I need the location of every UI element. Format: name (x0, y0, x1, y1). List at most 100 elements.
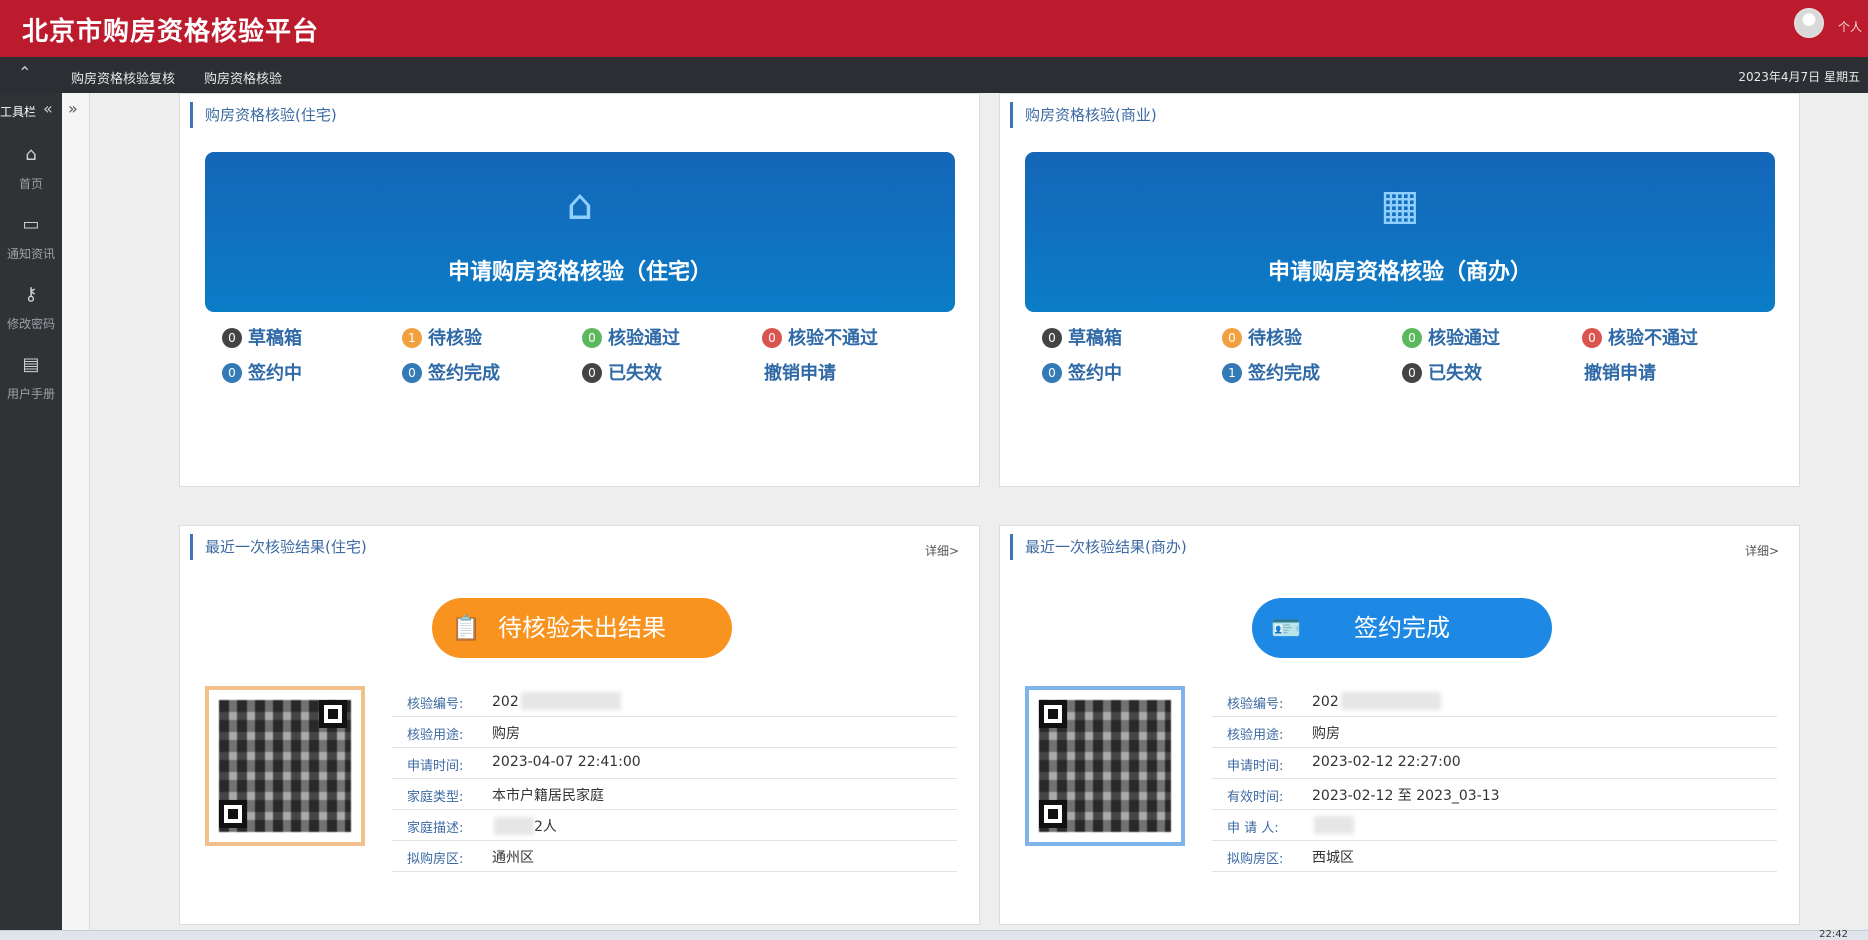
nav-bar: ⌃ 购房资格核验复核 购房资格核验 2023年4月7日 星期五 (0, 57, 1868, 93)
os-taskbar: 22:42 (0, 929, 1868, 940)
nav-item-review[interactable]: 购房资格核验复核 (71, 68, 175, 87)
apply-residential-button[interactable]: ⌂ 申请购房资格核验（住宅） (205, 152, 955, 312)
stat-failed[interactable]: 0 核验不通过 (1582, 324, 1698, 350)
info-value: 购房 (492, 726, 520, 742)
apply-button-label: 申请购房资格核验（商办） (1267, 260, 1532, 285)
current-date: 2023年4月7日 星期五 (1738, 70, 1860, 84)
info-key: 有效时间: (1227, 790, 1284, 805)
stat-pending[interactable]: 1 待核验 (402, 324, 482, 350)
stat-signing[interactable]: 0 签约中 (222, 359, 302, 385)
apply-button-label: 申请购房资格核验（住宅） (447, 260, 712, 285)
status-signed-pill: 🪪 签约完成 (1252, 598, 1552, 658)
detail-link[interactable]: 详细> (1745, 542, 1779, 559)
count-badge: 0 (762, 328, 782, 348)
stat-signing[interactable]: 0 签约中 (1042, 359, 1122, 385)
stat-pending[interactable]: 0 待核验 (1222, 324, 1302, 350)
info-row: 核验编号: 202 (392, 686, 957, 717)
status-label: 待核验未出结果 (498, 614, 666, 642)
info-key: 申 请 人: (1227, 821, 1279, 836)
double-chevron-right-icon[interactable]: » (68, 99, 78, 118)
stat-label: 核验不通过 (1608, 328, 1698, 349)
sidebar-item-label: 用户手册 (6, 387, 55, 401)
stat-label: 签约中 (1068, 363, 1122, 384)
info-key: 核验用途: (407, 728, 464, 743)
book-icon: ▤ (22, 354, 40, 375)
office-building-icon: ▦ (1380, 180, 1420, 229)
stat-label: 核验通过 (608, 328, 680, 349)
status-label: 签约完成 (1354, 614, 1450, 642)
info-row: 核验用途: 购房 (392, 717, 957, 748)
detail-link[interactable]: 详细> (925, 542, 959, 559)
stat-signed[interactable]: 0 签约完成 (402, 359, 500, 385)
sidebar-item-home[interactable]: ⌂ 首页 (0, 145, 62, 192)
info-value: 2023-02-12 22:27:00 (1312, 754, 1461, 770)
qr-code-image (205, 686, 365, 846)
latest-residential-panel: 最近一次核验结果(住宅) 详细> 📋 待核验未出结果 核验编号: 202 核验用途… (179, 525, 980, 925)
qr-finder (1039, 700, 1067, 728)
info-row: 申请时间: 2023-04-07 22:41:00 (392, 748, 957, 779)
user-avatar-icon[interactable] (1794, 8, 1824, 38)
stat-passed[interactable]: 0 核验通过 (1402, 324, 1500, 350)
info-value: 202 (1312, 692, 1441, 710)
chevron-up-icon[interactable]: ⌃ (18, 63, 31, 82)
stat-passed[interactable]: 0 核验通过 (582, 324, 680, 350)
qr-finder (1039, 800, 1067, 828)
clipboard-pending-icon: 📋 (451, 614, 481, 642)
info-row: 核验用途: 购房 (1212, 717, 1777, 748)
result-info-table: 核验编号: 202 核验用途: 购房 申请时间: 2023-02-12 22:27:0… (1212, 686, 1777, 872)
contract-card-icon: 🪪 (1271, 614, 1301, 642)
count-badge: 0 (582, 363, 602, 383)
user-menu-label[interactable]: 个人 (1838, 18, 1862, 35)
info-row: 申 请 人: (1212, 810, 1777, 841)
info-value: 2人 (492, 816, 557, 836)
stat-expired[interactable]: 0 已失效 (582, 359, 662, 385)
info-value: 2023-02-12 至 2023_03-13 (1312, 788, 1500, 804)
home-icon: ⌂ (25, 144, 37, 165)
info-key: 家庭类型: (407, 790, 464, 805)
info-key: 核验编号: (1227, 697, 1284, 712)
stat-failed[interactable]: 0 核验不通过 (762, 324, 878, 350)
revoke-application-link[interactable]: 撤销申请 (764, 359, 836, 385)
qr-code-image (1025, 686, 1185, 846)
stat-label: 草稿箱 (1068, 328, 1122, 349)
sidebar-item-label: 首页 (18, 177, 43, 191)
sidebar: 工具栏 « ⌂ 首页 ▭ 通知资讯 ⚷ 修改密码 ▤ 用户手册 (0, 93, 62, 930)
info-value (1312, 816, 1354, 834)
info-key: 拟购房区: (407, 852, 464, 867)
apply-commercial-button[interactable]: ▦ 申请购房资格核验（商办） (1025, 152, 1775, 312)
panel-title: 最近一次核验结果(商办) (1010, 534, 1187, 560)
info-row: 核验编号: 202 (1212, 686, 1777, 717)
toolbar-label: 工具栏 (0, 105, 37, 119)
stat-drafts[interactable]: 0 草稿箱 (222, 324, 302, 350)
count-badge: 1 (402, 328, 422, 348)
taskbar-clock: 22:42 (1819, 929, 1848, 940)
stat-expired[interactable]: 0 已失效 (1402, 359, 1482, 385)
status-pending-pill: 📋 待核验未出结果 (432, 598, 732, 658)
stat-label: 签约完成 (428, 363, 500, 384)
count-badge: 1 (1222, 363, 1242, 383)
info-key: 核验用途: (1227, 728, 1284, 743)
residential-panel: 购房资格核验(住宅) ⌂ 申请购房资格核验（住宅） 0 草稿箱 1 待核验 0 核验通… (179, 93, 980, 487)
nav-item-verification[interactable]: 购房资格核验 (204, 68, 282, 87)
key-icon: ⚷ (24, 284, 38, 305)
latest-commercial-panel: 最近一次核验结果(商办) 详细> 🪪 签约完成 核验编号: 202 核验用途: 购房… (999, 525, 1800, 925)
panel-title: 最近一次核验结果(住宅) (190, 534, 367, 560)
stat-signed[interactable]: 1 签约完成 (1222, 359, 1320, 385)
info-row: 家庭描述: 2人 (392, 810, 957, 841)
qr-finder (219, 800, 247, 828)
count-badge: 0 (1402, 363, 1422, 383)
info-value: 2023-04-07 22:41:00 (492, 754, 641, 770)
sidebar-item-notices[interactable]: ▭ 通知资讯 (0, 215, 62, 262)
count-badge: 0 (582, 328, 602, 348)
info-value: 202 (492, 692, 621, 710)
sidebar-item-manual[interactable]: ▤ 用户手册 (0, 355, 62, 402)
qr-finder (319, 700, 347, 728)
stat-drafts[interactable]: 0 草稿箱 (1042, 324, 1122, 350)
stat-label: 签约完成 (1248, 363, 1320, 384)
sidebar-item-password[interactable]: ⚷ 修改密码 (0, 285, 62, 332)
stat-label: 待核验 (1248, 328, 1302, 349)
double-chevron-left-icon[interactable]: « (43, 99, 53, 118)
top-header: 北京市购房资格核验平台 个人 (0, 0, 1868, 57)
laptop-icon: ▭ (22, 214, 40, 235)
revoke-application-link[interactable]: 撤销申请 (1584, 359, 1656, 385)
